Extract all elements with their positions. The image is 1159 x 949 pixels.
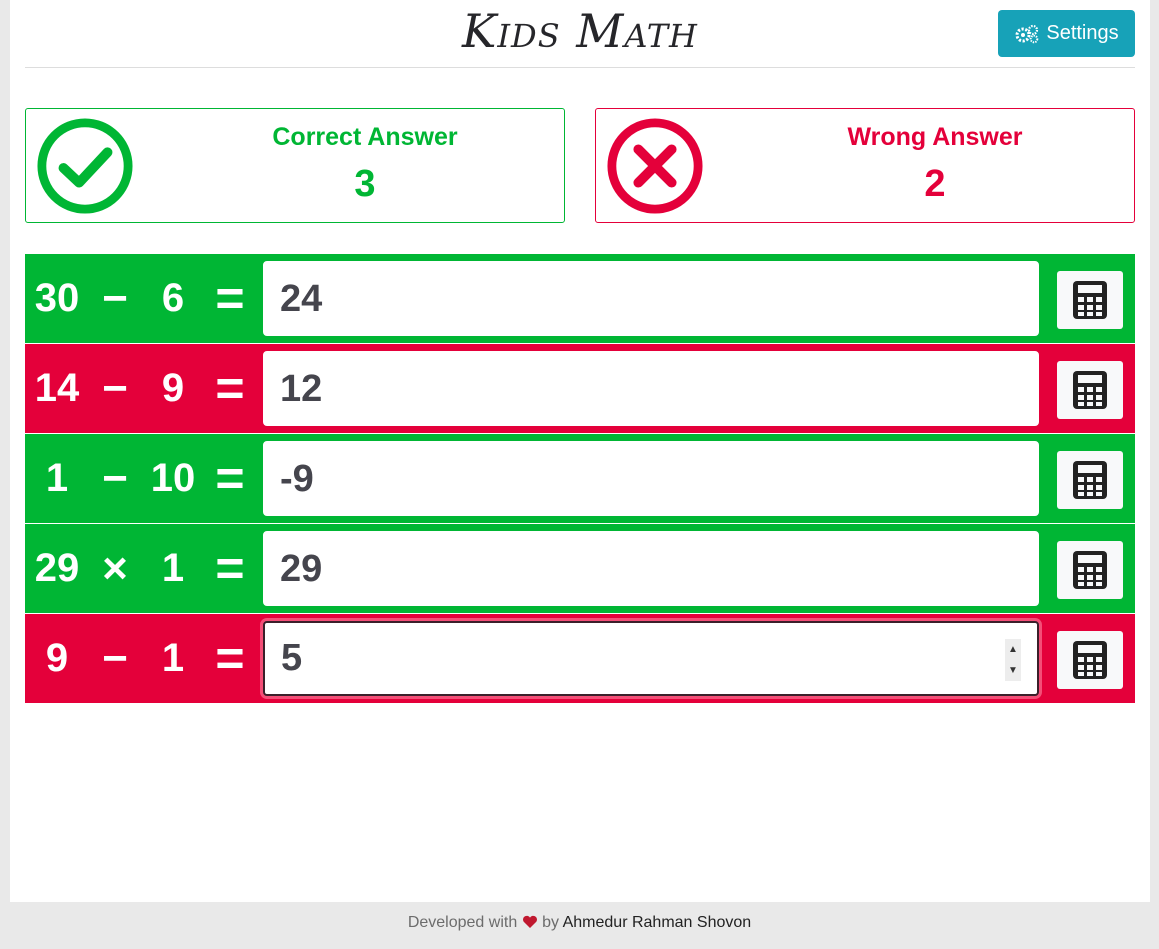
settings-button[interactable]: Settings (998, 10, 1135, 57)
answer-input[interactable]: 5 ▲ ▼ (263, 621, 1039, 696)
spin-down-icon[interactable]: ▼ (1008, 665, 1018, 676)
answer-input[interactable]: 24 (263, 261, 1039, 336)
operator: − (102, 274, 128, 323)
equals-sign: = (215, 360, 245, 416)
heart-icon (522, 915, 537, 928)
footer-prefix: Developed with (407, 914, 518, 931)
number-spinner[interactable]: ▲ ▼ (1005, 639, 1021, 681)
footer-by: by (542, 914, 560, 931)
operator: − (102, 634, 128, 683)
header: Kids Math Settings (25, 0, 1135, 68)
calculator-button[interactable] (1057, 631, 1123, 689)
answer-value: 5 (281, 637, 303, 679)
operand-a: 30 (34, 276, 80, 320)
operand-b: 1 (161, 636, 185, 680)
calculator-button[interactable] (1057, 451, 1123, 509)
operand-a: 14 (34, 366, 80, 410)
answer-input[interactable]: 29 (263, 531, 1039, 606)
calculator-button[interactable] (1057, 271, 1123, 329)
operand-b: 1 (161, 546, 185, 590)
wrong-answer-label: Wrong Answer (847, 123, 1023, 151)
calculator-button[interactable] (1057, 541, 1123, 599)
operand-b: 9 (161, 366, 185, 410)
equals-sign: = (215, 270, 245, 326)
calculator-icon (1073, 281, 1107, 319)
problem-row: 1 − 10 = -9 (25, 434, 1135, 523)
calculator-icon (1073, 641, 1107, 679)
wrong-answer-card: Wrong Answer 2 (595, 108, 1135, 223)
calculator-icon (1073, 461, 1107, 499)
operand-b: 6 (161, 276, 185, 320)
problem-row: 14 − 9 = 12 (25, 344, 1135, 433)
equals-sign: = (215, 540, 245, 596)
operator: − (102, 364, 128, 413)
calculator-icon (1073, 371, 1107, 409)
correct-answer-card: Correct Answer 3 (25, 108, 565, 223)
problem-row: 29 × 1 = 29 (25, 524, 1135, 613)
operator: − (102, 454, 128, 503)
footer: Developed with by Ahmedur Rahman Shovon (0, 914, 1159, 932)
problem-list: 30 − 6 = 24 14 − 9 = 12 1 − 10 = -9 29 ×… (25, 254, 1135, 704)
spin-up-icon[interactable]: ▲ (1008, 644, 1018, 655)
answer-input[interactable]: -9 (263, 441, 1039, 516)
equals-sign: = (215, 450, 245, 506)
check-circle-icon (37, 118, 133, 214)
operand-a: 29 (34, 546, 80, 590)
page-container: Kids Math Settings Correct Answer 3 Wron… (10, 0, 1150, 902)
x-circle-icon (607, 118, 703, 214)
operand-b: 10 (150, 456, 196, 500)
equals-sign: = (215, 630, 245, 686)
settings-button-label: Settings (1046, 22, 1119, 44)
operator: × (102, 544, 128, 593)
wrong-answer-count: 2 (924, 163, 946, 205)
footer-author-link[interactable]: Ahmedur Rahman Shovon (563, 914, 752, 931)
correct-answer-count: 3 (354, 163, 376, 205)
page-title: Kids Math (462, 4, 698, 58)
answer-input[interactable]: 12 (263, 351, 1039, 426)
correct-answer-label: Correct Answer (272, 123, 458, 151)
calculator-button[interactable] (1057, 361, 1123, 419)
problem-row: 30 − 6 = 24 (25, 254, 1135, 343)
problem-row: 9 − 1 = 5 ▲ ▼ (25, 614, 1135, 703)
operand-a: 1 (45, 456, 69, 500)
gears-icon (1015, 24, 1039, 43)
calculator-icon (1073, 551, 1107, 589)
operand-a: 9 (45, 636, 69, 680)
